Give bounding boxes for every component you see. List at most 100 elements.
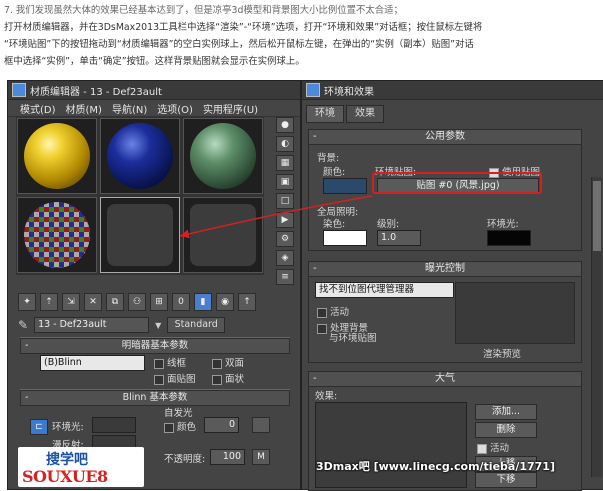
material-id-icon[interactable]: 0 bbox=[172, 293, 190, 311]
material-sphere-yellow bbox=[24, 123, 90, 189]
get-material-icon[interactable]: ✦ bbox=[18, 293, 36, 311]
material-editor-icon bbox=[12, 83, 26, 97]
level-label: 级别: bbox=[377, 219, 400, 230]
assign-material-icon[interactable]: ⇲ bbox=[62, 293, 80, 311]
go-to-parent-icon[interactable]: ↑ bbox=[238, 293, 256, 311]
atmosphere-active-checkbox[interactable]: 活动 bbox=[477, 440, 509, 454]
material-sphere-checker bbox=[24, 202, 90, 268]
sample-slot-4[interactable] bbox=[17, 197, 97, 273]
atmosphere-header[interactable]: - 大气 bbox=[309, 372, 581, 387]
environment-window-icon bbox=[306, 83, 320, 97]
menu-mode[interactable]: 模式(D) bbox=[20, 101, 56, 116]
exposure-type-dropdown[interactable]: 找不到位图代理管理器 bbox=[315, 282, 454, 298]
watermark-right: 3Dmax吧 [www.linecg.com/tieba/1771] bbox=[316, 460, 555, 473]
side-toolbar: ● ◐ ▦ ▣ □ ▶ ⚙ ◈ ≡ bbox=[276, 117, 294, 285]
sample-slots bbox=[16, 117, 264, 275]
tint-color-swatch[interactable] bbox=[323, 230, 367, 246]
tab-environment[interactable]: 环境 bbox=[306, 105, 344, 123]
sample-slot-6[interactable] bbox=[183, 197, 263, 273]
environment-tabs: 环境 效果 bbox=[306, 105, 384, 123]
article-line-2: 打开材质编辑器，并在3DsMax2013工具栏中选择“渲染”-“环境”选项，打开… bbox=[4, 22, 483, 33]
material-editor-window: 材质编辑器 - 13 - Def23ault 模式(D) 材质(M) 导航(N)… bbox=[7, 80, 301, 490]
blinn-rollout-header[interactable]: - Blinn 基本参数 bbox=[20, 390, 290, 406]
scrollbar-thumb[interactable] bbox=[593, 181, 601, 251]
options-icon[interactable]: ⚙ bbox=[276, 231, 294, 247]
uv-tiling-icon[interactable]: ▣ bbox=[276, 174, 294, 190]
menu-material[interactable]: 材质(M) bbox=[66, 101, 102, 116]
backlight-icon[interactable]: ◐ bbox=[276, 136, 294, 152]
opacity-map-button[interactable]: M bbox=[252, 449, 270, 465]
common-params-header[interactable]: - 公用参数 bbox=[309, 130, 581, 145]
wire-checkbox[interactable]: 线框 bbox=[154, 355, 186, 369]
sample-slot-3[interactable] bbox=[183, 118, 263, 194]
material-editor-titlebar[interactable]: 材质编辑器 - 13 - Def23ault bbox=[8, 81, 300, 100]
sample-slot-2[interactable] bbox=[100, 118, 180, 194]
article-text: 7. 我们发现虽然大体的效果已经基本达到了，但是凉亭3d模型和背景图大小比例位置… bbox=[4, 2, 600, 70]
material-type-button[interactable]: Standard bbox=[167, 317, 226, 333]
empty-slot bbox=[190, 204, 256, 266]
put-to-library-icon[interactable]: ⊞ bbox=[150, 293, 168, 311]
material-editor-title: 材质编辑器 - 13 - Def23ault bbox=[30, 86, 162, 98]
environment-title: 环境和效果 bbox=[324, 86, 374, 98]
level-spinner[interactable]: 1.0 bbox=[377, 230, 421, 246]
lock-ambient-diffuse-icon[interactable]: ⊏ bbox=[30, 419, 48, 435]
background-label: 背景: bbox=[317, 153, 340, 164]
exposure-control-header[interactable]: - 曝光控制 bbox=[309, 262, 581, 277]
show-map-icon[interactable]: ▮ bbox=[194, 293, 212, 311]
chevron-down-icon[interactable]: ▼ bbox=[155, 321, 161, 330]
put-to-scene-icon[interactable]: ⇡ bbox=[40, 293, 58, 311]
bottom-toolbar: ✦ ⇡ ⇲ ✕ ⧉ ⚇ ⊞ 0 ▮ ◉ ↑ bbox=[18, 293, 256, 311]
self-illum-map-button[interactable] bbox=[252, 417, 270, 433]
select-by-material-icon[interactable]: ◈ bbox=[276, 250, 294, 266]
self-illum-value[interactable]: 0 bbox=[204, 417, 239, 433]
tab-effects[interactable]: 效果 bbox=[346, 105, 384, 123]
article-line-3: “环境贴图”下的按钮拖动到“材质编辑器”的空白实例球上，然后松开鼠标左键，在弹出… bbox=[4, 39, 474, 50]
background-icon[interactable]: ▦ bbox=[276, 155, 294, 171]
menu-utilities[interactable]: 实用程序(U) bbox=[203, 101, 258, 116]
eyedropper-icon[interactable]: ✎ bbox=[18, 318, 28, 332]
material-name-field[interactable]: 13 - Def23ault bbox=[34, 317, 150, 333]
exposure-control-panel: - 曝光控制 找不到位图代理管理器 活动 处理背景 与环境贴图 渲染预览 bbox=[308, 261, 582, 363]
menu-navigation[interactable]: 导航(N) bbox=[112, 101, 147, 116]
self-illum-label: 自发光 bbox=[164, 408, 193, 419]
self-illum-color-checkbox[interactable]: 颜色 bbox=[164, 419, 196, 433]
blinn-basic-params-rollout: - Blinn 基本参数 bbox=[20, 389, 290, 406]
material-sphere-blue bbox=[107, 123, 173, 189]
faceted-checkbox[interactable]: 面状 bbox=[212, 371, 244, 385]
copy-material-icon[interactable]: ⧉ bbox=[106, 293, 124, 311]
and-env-map-label: 与环境贴图 bbox=[329, 333, 377, 344]
sample-slot-1[interactable] bbox=[17, 118, 97, 194]
ambient-light-label: 环境光: bbox=[487, 219, 519, 230]
sample-type-icon[interactable]: ● bbox=[276, 117, 294, 133]
empty-slot-target bbox=[107, 204, 173, 266]
two-sided-checkbox[interactable]: 双面 bbox=[212, 355, 244, 369]
shader-basic-params-rollout: - 明暗器基本参数 bbox=[20, 337, 290, 354]
ambient-color-swatch[interactable] bbox=[92, 417, 136, 433]
environment-titlebar[interactable]: 环境和效果 bbox=[302, 81, 603, 100]
background-color-swatch[interactable] bbox=[323, 178, 367, 194]
move-down-button[interactable]: 下移 bbox=[475, 472, 537, 488]
opacity-value[interactable]: 100 bbox=[210, 449, 245, 465]
make-unique-icon[interactable]: ⚇ bbox=[128, 293, 146, 311]
material-navigator-icon[interactable]: ≡ bbox=[276, 269, 294, 285]
material-name-row: ✎ 13 - Def23ault ▼ Standard bbox=[18, 317, 226, 333]
bg-color-label: 颜色: bbox=[323, 167, 346, 178]
exposure-active-checkbox[interactable]: 活动 bbox=[317, 304, 349, 318]
shader-rollout-header[interactable]: - 明暗器基本参数 bbox=[20, 338, 290, 354]
shader-type-select[interactable]: (B)Blinn bbox=[40, 355, 145, 371]
effects-list[interactable] bbox=[315, 402, 467, 488]
face-map-checkbox[interactable]: 面贴图 bbox=[154, 371, 196, 385]
environment-scrollbar[interactable] bbox=[591, 177, 602, 477]
ambient-label: 环境光: bbox=[52, 422, 84, 433]
environment-effects-window: 环境和效果 环境 效果 - 公用参数 背景: 颜色: 环境贴图: 使用贴图 贴图 … bbox=[301, 80, 603, 491]
show-end-result-icon[interactable]: ◉ bbox=[216, 293, 234, 311]
add-effect-button[interactable]: 添加... bbox=[475, 404, 537, 420]
video-check-icon[interactable]: □ bbox=[276, 193, 294, 209]
sample-slot-5-empty[interactable] bbox=[100, 197, 180, 273]
menu-options[interactable]: 选项(O) bbox=[157, 101, 193, 116]
delete-effect-button[interactable]: 删除 bbox=[475, 422, 537, 438]
render-preview-button[interactable]: 渲染预览 bbox=[483, 346, 521, 360]
ambient-light-swatch[interactable] bbox=[487, 230, 531, 246]
reset-map-icon[interactable]: ✕ bbox=[84, 293, 102, 311]
make-preview-icon[interactable]: ▶ bbox=[276, 212, 294, 228]
